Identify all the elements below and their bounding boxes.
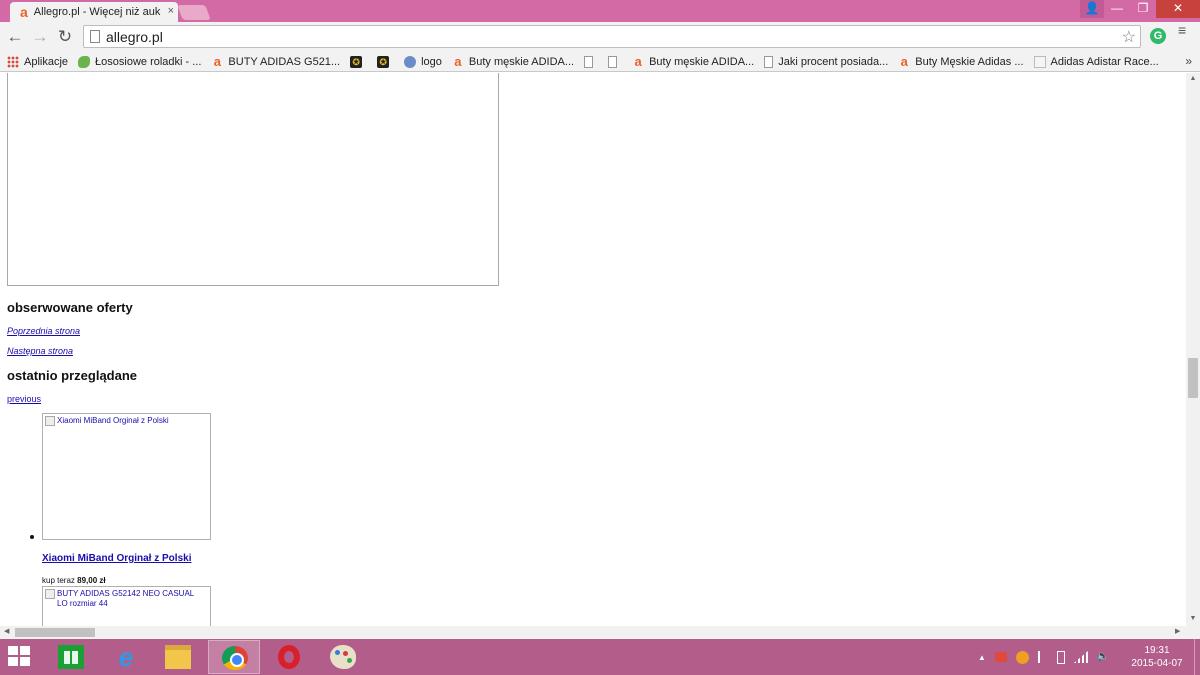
browser-toolbar: ← → ↻ allegro.pl ☆ G ≡ bbox=[0, 22, 1200, 52]
network-signal-icon[interactable] bbox=[1073, 651, 1088, 663]
image-alt-text: Xiaomi MiBand Orginał z Polski bbox=[57, 416, 169, 425]
page-content: obserwowane oferty Poprzednia strona Nas… bbox=[0, 73, 1186, 626]
gold-badge-icon: ✪ bbox=[377, 55, 390, 68]
gold-badge-icon: ✪ bbox=[350, 55, 363, 68]
volume-icon[interactable]: 🔈 bbox=[1097, 651, 1110, 663]
bookmarks-overflow-icon[interactable]: » bbox=[1185, 54, 1192, 68]
allegro-favicon-icon: a bbox=[20, 4, 28, 20]
window-controls: 👤 — ❐ ✕ bbox=[1080, 0, 1200, 20]
bookmark-star-icon[interactable]: ☆ bbox=[1122, 27, 1136, 47]
reload-button[interactable]: ↻ bbox=[54, 26, 76, 48]
horizontal-scroll-thumb[interactable] bbox=[15, 628, 95, 637]
list-bullet bbox=[30, 535, 34, 539]
battery-icon[interactable] bbox=[1056, 650, 1065, 664]
clock-date: 2015-04-07 bbox=[1131, 658, 1183, 669]
scroll-up-icon[interactable]: ▲ bbox=[1186, 75, 1200, 82]
page-icon bbox=[764, 55, 774, 68]
allegro-icon: a bbox=[634, 53, 642, 69]
globe-icon bbox=[404, 55, 417, 68]
bookmark-item[interactable]: Adidas Adistar Race... bbox=[1033, 55, 1159, 68]
user-profile-icon[interactable]: 👤 bbox=[1080, 0, 1104, 18]
page-icon bbox=[90, 30, 100, 43]
minimize-button[interactable]: — bbox=[1104, 0, 1130, 18]
embedded-frame bbox=[7, 73, 499, 286]
bookmark-item[interactable]: Jaki procent posiada... bbox=[764, 55, 888, 68]
bookmark-item[interactable]: a Buty męskie ADIDA... bbox=[452, 53, 574, 69]
page-icon bbox=[584, 55, 594, 68]
windows-taskbar: e ▲ 🔈 19:31 2015-04-07 bbox=[0, 639, 1200, 675]
product-image[interactable]: BUTY ADIDAS G52142 NEO CASUAL LO rozmiar… bbox=[42, 586, 211, 626]
next-page-link[interactable]: Następna strona bbox=[7, 346, 73, 356]
internet-explorer-icon[interactable]: e bbox=[100, 640, 152, 674]
maximize-button[interactable]: ❐ bbox=[1130, 0, 1156, 18]
product-price: kup teraz 89,00 zł bbox=[42, 576, 106, 585]
bookmarks-bar: Aplikacje Łososiowe roladki - ... a BUTY … bbox=[0, 52, 1200, 72]
opera-icon[interactable] bbox=[263, 640, 315, 674]
bookmark-item[interactable]: a Buty Męskie Adidas ... bbox=[898, 53, 1024, 69]
tray-avast-icon[interactable] bbox=[1015, 650, 1029, 664]
scrollbar-corner bbox=[1186, 626, 1200, 639]
browser-titlebar: a Allegro.pl - Więcej niż auk × 👤 — ❐ ✕ bbox=[0, 0, 1200, 22]
store-icon[interactable] bbox=[45, 640, 97, 674]
broken-image-icon bbox=[45, 416, 55, 426]
close-window-button[interactable]: ✕ bbox=[1156, 0, 1200, 18]
adistar-icon bbox=[1033, 55, 1046, 68]
allegro-icon: a bbox=[454, 53, 462, 69]
taskbar-clock[interactable]: 19:31 2015-04-07 bbox=[1130, 644, 1184, 670]
menu-icon[interactable]: ≡ bbox=[1178, 23, 1192, 37]
vertical-scrollbar[interactable]: ▲ ▼ bbox=[1186, 73, 1200, 626]
tab-title: Allegro.pl - Więcej niż auk bbox=[33, 6, 161, 18]
file-explorer-icon[interactable] bbox=[152, 640, 204, 674]
scroll-right-icon[interactable]: ▶ bbox=[1175, 627, 1180, 635]
bookmark-item[interactable]: a BUTY ADIDAS G521... bbox=[211, 53, 340, 69]
bookmark-item[interactable]: logo bbox=[404, 55, 442, 68]
recently-viewed-heading: ostatnio przeglądane bbox=[7, 368, 138, 383]
bookmark-item[interactable]: ✪ bbox=[377, 55, 394, 68]
clock-time: 19:31 bbox=[1144, 645, 1170, 656]
paint-icon[interactable] bbox=[317, 640, 369, 674]
horizontal-scrollbar[interactable]: ◀ ▶ bbox=[0, 626, 1186, 639]
extension-icon[interactable]: G bbox=[1150, 28, 1166, 44]
tab-close-icon[interactable]: × bbox=[165, 5, 174, 17]
system-tray: ▲ 🔈 bbox=[978, 649, 1119, 665]
url-text[interactable]: allegro.pl bbox=[106, 29, 163, 45]
forward-button[interactable]: → bbox=[29, 26, 51, 48]
back-button[interactable]: ← bbox=[4, 26, 26, 48]
windows-start-icon[interactable] bbox=[8, 646, 32, 668]
product-image[interactable]: Xiaomi MiBand Orginał z Polski bbox=[42, 413, 211, 540]
watched-offers-heading: obserwowane oferty bbox=[7, 300, 133, 315]
previous-link[interactable]: previous bbox=[7, 394, 41, 404]
image-alt-text: BUTY ADIDAS G52142 NEO CASUAL LO rozmiar… bbox=[57, 589, 194, 608]
previous-page-link[interactable]: Poprzednia strona bbox=[7, 326, 80, 336]
tray-app-icon[interactable] bbox=[994, 652, 1007, 662]
new-tab-button[interactable] bbox=[177, 5, 211, 20]
show-hidden-icons[interactable]: ▲ bbox=[978, 653, 986, 662]
scroll-down-icon[interactable]: ▼ bbox=[1186, 615, 1200, 622]
fish-icon bbox=[78, 55, 91, 68]
show-desktop-button[interactable] bbox=[1194, 639, 1200, 675]
bookmark-item[interactable]: Aplikacje bbox=[7, 55, 68, 68]
bookmark-item[interactable] bbox=[608, 55, 622, 68]
action-center-flag-icon[interactable] bbox=[1037, 651, 1048, 663]
bookmark-item[interactable]: a Buty męskie ADIDA... bbox=[632, 53, 754, 69]
tab-allegro[interactable]: a Allegro.pl - Więcej niż auk × bbox=[10, 2, 178, 22]
bookmark-item[interactable] bbox=[584, 55, 598, 68]
allegro-icon: a bbox=[213, 53, 222, 69]
chrome-icon[interactable] bbox=[208, 640, 260, 674]
product-title-link[interactable]: Xiaomi MiBand Orginał z Polski bbox=[42, 553, 191, 564]
vertical-scroll-thumb[interactable] bbox=[1188, 358, 1198, 398]
allegro-icon: a bbox=[900, 53, 908, 69]
broken-image-icon bbox=[45, 589, 55, 599]
bookmark-item[interactable]: Łososiowe roladki - ... bbox=[78, 55, 201, 68]
apps-grid-icon bbox=[7, 55, 19, 68]
bookmark-item[interactable]: ✪ bbox=[350, 55, 367, 68]
scroll-left-icon[interactable]: ◀ bbox=[4, 627, 9, 635]
page-icon bbox=[608, 55, 618, 68]
address-bar[interactable]: allegro.pl ☆ bbox=[83, 25, 1141, 48]
